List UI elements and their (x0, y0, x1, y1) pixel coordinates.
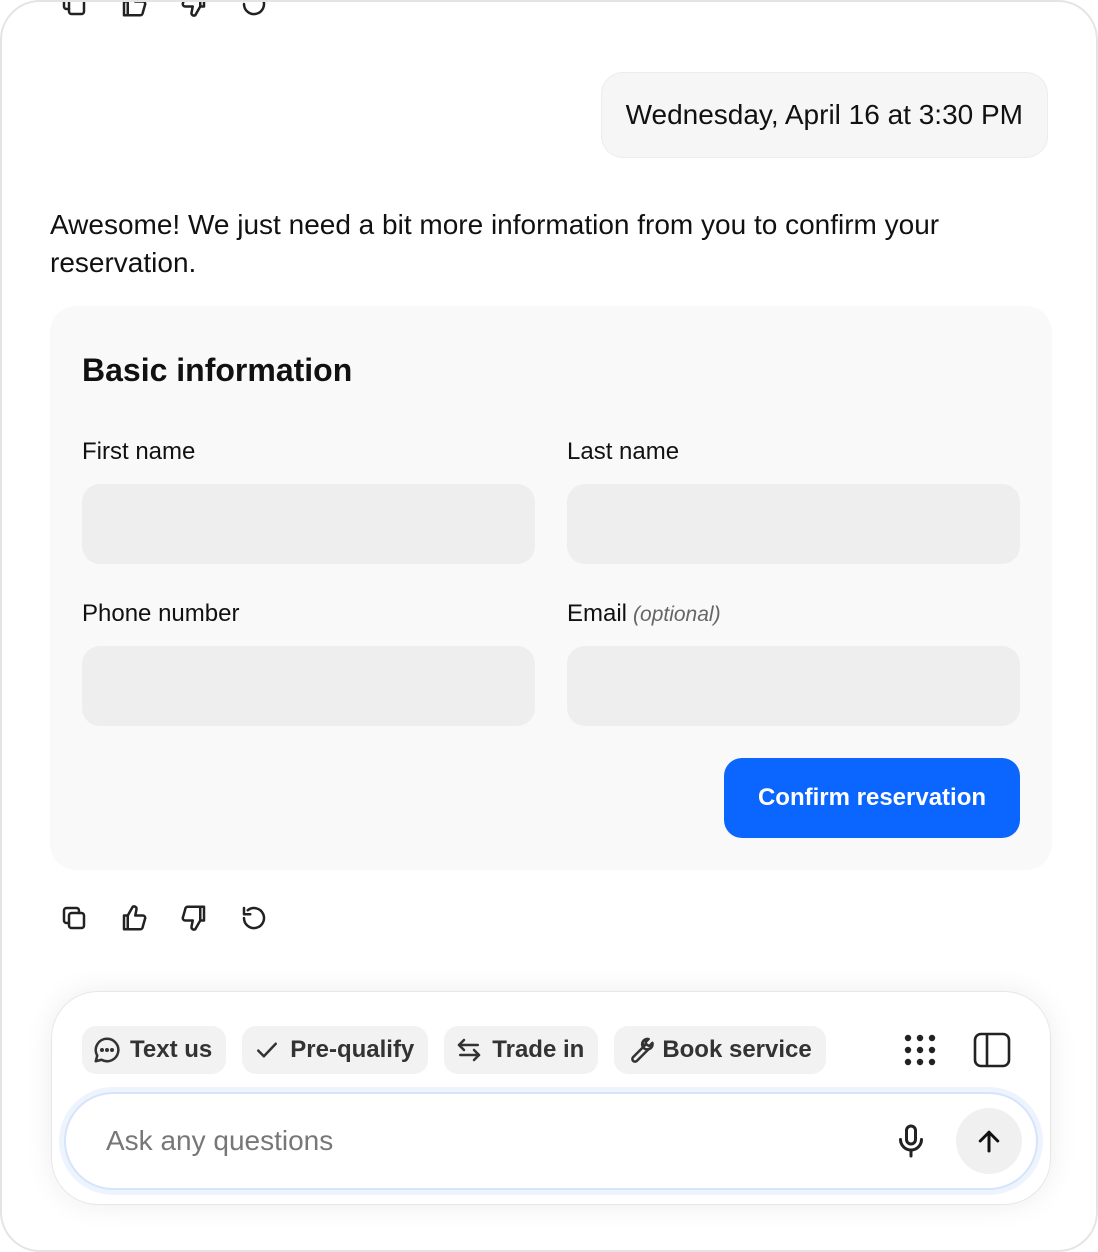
user-message-text: Wednesday, April 16 at 3:30 PM (625, 99, 1023, 130)
sidebar-panel-icon[interactable] (970, 1028, 1014, 1072)
message-actions-top (58, 2, 270, 20)
wrench-icon (631, 1037, 655, 1063)
chip-pre-qualify[interactable]: Pre-qualify (242, 1026, 429, 1074)
email-input[interactable] (567, 646, 1020, 726)
last-name-label: Last name (567, 438, 680, 465)
message-actions (58, 902, 270, 934)
email-optional-note: (optional) (633, 603, 721, 626)
assistant-message-text: Awesome! We just need a bit more informa… (50, 209, 940, 278)
copy-icon[interactable] (58, 902, 90, 934)
arrow-up-icon (978, 1130, 1000, 1153)
thumbs-up-icon[interactable] (118, 902, 150, 934)
send-button[interactable] (956, 1108, 1022, 1174)
quick-action-chips: Text us Pre-qualify Trade in Book servic… (82, 1026, 826, 1074)
chip-text-us[interactable]: Text us (82, 1026, 227, 1074)
phone-number-input[interactable] (82, 646, 535, 726)
thumbs-down-icon[interactable] (178, 2, 210, 20)
check-icon (257, 1042, 278, 1058)
chip-label: Text us (130, 1036, 213, 1063)
thumbs-up-icon[interactable] (118, 2, 150, 20)
phone-number-label: Phone number (82, 600, 240, 627)
first-name-input[interactable] (82, 484, 535, 564)
chip-label: Pre-qualify (290, 1036, 415, 1063)
swap-arrows-icon (458, 1038, 481, 1062)
ask-input[interactable] (106, 1114, 866, 1168)
ask-input-container (64, 1092, 1038, 1190)
first-name-label: First name (82, 438, 196, 465)
form-title: Basic information (82, 352, 353, 388)
email-label-text: Email (567, 600, 628, 627)
chip-label: Book service (662, 1036, 812, 1063)
copy-icon[interactable] (58, 2, 90, 20)
regenerate-icon[interactable] (238, 902, 270, 934)
chip-trade-in[interactable]: Trade in (444, 1026, 599, 1074)
chip-label: Trade in (492, 1036, 585, 1063)
last-name-input[interactable] (567, 484, 1020, 564)
email-label: Email (optional) (567, 600, 721, 628)
chip-book-service[interactable]: Book service (614, 1026, 826, 1074)
thumbs-down-icon[interactable] (178, 902, 210, 934)
regenerate-icon[interactable] (238, 2, 270, 20)
user-message-bubble: Wednesday, April 16 at 3:30 PM (600, 72, 1048, 158)
confirm-reservation-button[interactable]: Confirm reservation (724, 758, 1020, 838)
chat-window: Wednesday, April 16 at 3:30 PM Awesome! … (0, 0, 1098, 1252)
chat-bubble-icon (94, 1037, 120, 1063)
microphone-icon[interactable] (886, 1116, 936, 1166)
grid-dots-icon[interactable] (898, 1028, 942, 1072)
composer: Text us Pre-qualify Trade in Book servic… (52, 992, 1050, 1204)
reservation-form-card: Basic information First name Last name P… (50, 306, 1052, 870)
